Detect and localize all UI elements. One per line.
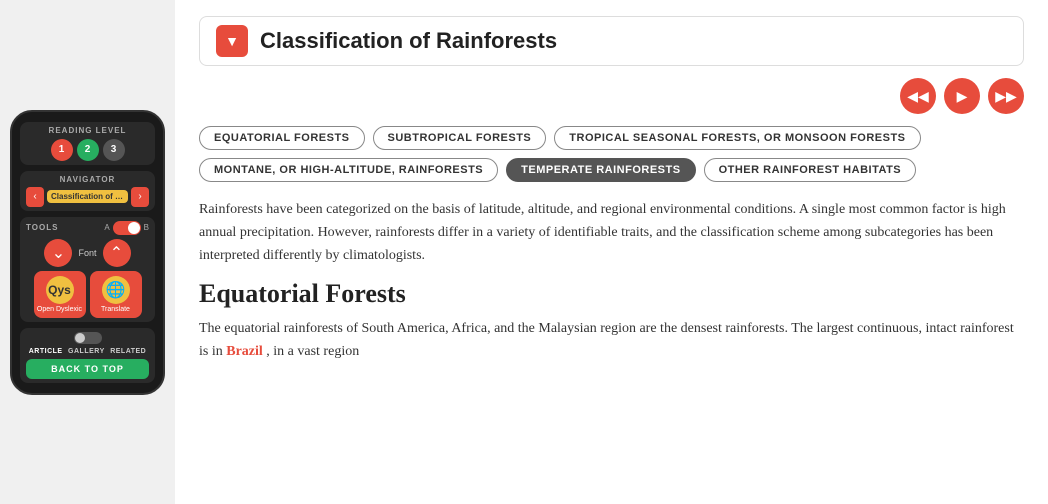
tools-b-label: B — [144, 223, 149, 232]
level-3-button[interactable]: 3 — [103, 139, 125, 161]
bottom-section: ARTICLE GALLERY RELATED BACK TO TOP — [20, 328, 155, 383]
tools-toggle[interactable] — [113, 221, 141, 235]
body-paragraph: Rainforests have been categorized on the… — [199, 198, 1024, 267]
translate-button[interactable]: 🌐 Translate — [90, 271, 142, 318]
brazil-link[interactable]: Brazil — [226, 344, 263, 359]
translate-icon: 🌐 — [102, 276, 130, 304]
level-2-button[interactable]: 2 — [77, 139, 99, 161]
nav-next-button[interactable]: › — [131, 187, 149, 207]
tab-article[interactable]: ARTICLE — [29, 348, 63, 355]
tag-2[interactable]: TROPICAL SEASONAL FORESTS, OR MONSOON FO… — [554, 126, 920, 150]
tag-1[interactable]: SUBTROPICAL FORESTS — [373, 126, 547, 150]
right-panel: ▼ Classification of Rainforests ◀◀ ▶ ▶▶ … — [175, 0, 1048, 504]
open-dyslexic-icon: Qys — [46, 276, 74, 304]
tab-related[interactable]: RELATED — [110, 348, 146, 355]
mobile-device: READING LEVEL 1 2 3 NAVIGATOR ‹ Classifi… — [10, 110, 165, 395]
translate-label: Translate — [101, 306, 130, 313]
section-paragraph-suffix: , in a vast region — [266, 344, 359, 359]
font-decrease-button[interactable]: ⌄ — [44, 239, 72, 267]
play-button[interactable]: ▶ — [944, 78, 980, 114]
left-panel: READING LEVEL 1 2 3 NAVIGATOR ‹ Classifi… — [0, 0, 175, 504]
title-bar: ▼ Classification of Rainforests — [199, 16, 1024, 66]
font-label: Font — [78, 248, 96, 258]
media-controls: ◀◀ ▶ ▶▶ — [199, 78, 1024, 114]
open-dyslexic-label: Open Dyslexic — [37, 306, 82, 313]
navigator-label: NAVIGATOR — [26, 175, 149, 184]
back-to-top-button[interactable]: BACK TO TOP — [26, 359, 149, 379]
tag-0[interactable]: EQUATORIAL FORESTS — [199, 126, 365, 150]
tools-label: TOOLS — [26, 223, 58, 232]
open-dyslexic-button[interactable]: Qys Open Dyslexic — [34, 271, 86, 318]
tags-area: EQUATORIAL FORESTS SUBTROPICAL FORESTS TRO… — [199, 126, 1024, 182]
tab-gallery[interactable]: GALLERY — [68, 348, 105, 355]
title-dropdown-button[interactable]: ▼ — [216, 25, 248, 57]
rewind-button[interactable]: ◀◀ — [900, 78, 936, 114]
tools-a-label: A — [104, 223, 109, 232]
nav-prev-button[interactable]: ‹ — [26, 187, 44, 207]
fast-forward-button[interactable]: ▶▶ — [988, 78, 1024, 114]
section-heading: Equatorial Forests — [199, 279, 1024, 309]
nav-title: Classification of R... — [47, 190, 128, 203]
navigator-section: NAVIGATOR ‹ Classification of R... › — [20, 171, 155, 211]
font-increase-button[interactable]: ⌃ — [103, 239, 131, 267]
bottom-toggle[interactable] — [74, 332, 102, 344]
tag-3[interactable]: MONTANE, OR HIGH-ALTITUDE, RAINFORESTS — [199, 158, 498, 182]
page-title: Classification of Rainforests — [260, 28, 1007, 54]
tag-4[interactable]: TEMPERATE RAINFORESTS — [506, 158, 695, 182]
tag-5[interactable]: OTHER RAINFOREST HABITATS — [704, 158, 917, 182]
level-1-button[interactable]: 1 — [51, 139, 73, 161]
reading-level-label: READING LEVEL — [26, 126, 149, 135]
section-paragraph: The equatorial rainforests of South Amer… — [199, 317, 1024, 363]
tools-section: TOOLS A B ⌄ Font ⌃ Qys Open Dyslexic 🌐 — [20, 217, 155, 322]
reading-level-section: READING LEVEL 1 2 3 — [20, 122, 155, 165]
